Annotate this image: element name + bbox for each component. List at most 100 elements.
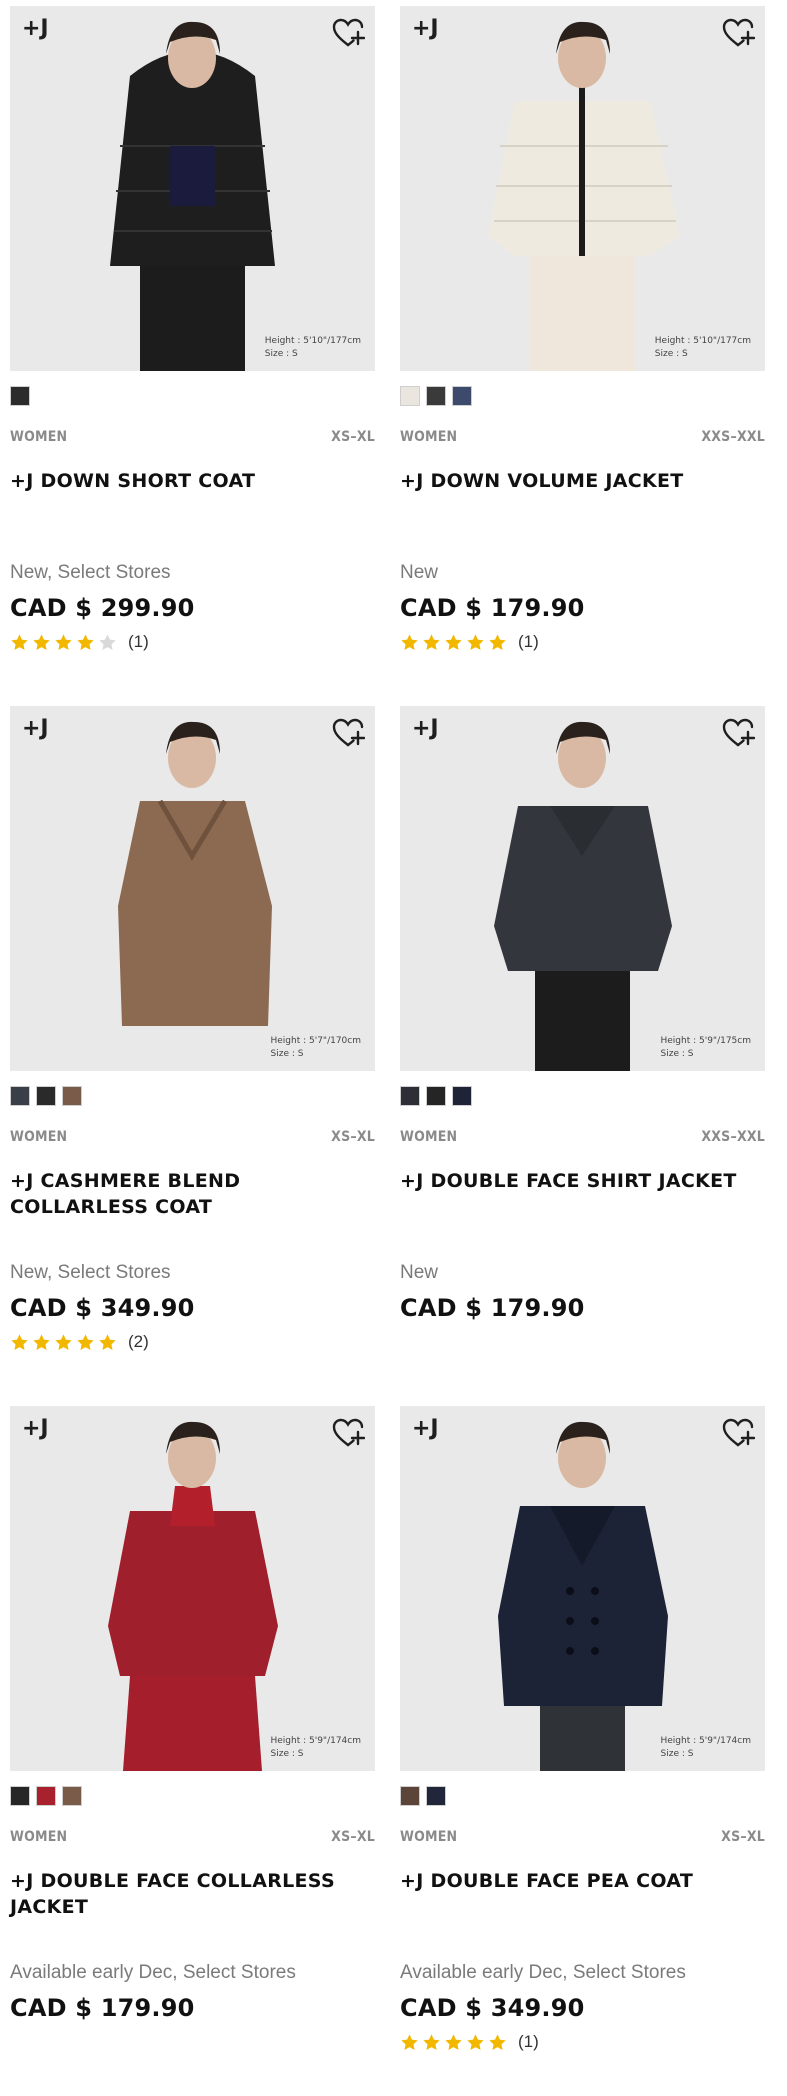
- product-card[interactable]: +J Height : 5'9"/174cm Size : S WOMEN XS–XL +…: [400, 1406, 765, 2066]
- model-info-line: Size : S: [660, 1749, 694, 1759]
- star-icon: [10, 1333, 29, 1352]
- color-swatch[interactable]: [10, 1786, 30, 1806]
- product-card[interactable]: +J Height : 5'10"/177cm Size : S WOMEN XS–XL…: [10, 6, 375, 666]
- gender-label: WOMEN: [10, 429, 68, 445]
- product-name[interactable]: +J DOWN VOLUME JACKET: [400, 468, 760, 494]
- availability-flag: Available early Dec, Select Stores: [400, 1962, 686, 1983]
- color-swatch[interactable]: [400, 1786, 420, 1806]
- star-icon: [488, 633, 507, 652]
- color-swatch[interactable]: [400, 1086, 420, 1106]
- color-swatches: [10, 1786, 82, 1808]
- color-swatch[interactable]: [452, 386, 472, 406]
- star-rating[interactable]: (1): [400, 2031, 539, 2053]
- product-image[interactable]: +J Height : 5'10"/177cm Size : S: [400, 6, 765, 371]
- brand-logo: +J: [412, 16, 439, 41]
- availability-flag: New, Select Stores: [10, 1262, 171, 1283]
- color-swatches: [10, 1086, 82, 1108]
- model-info: Height : 5'7"/170cm Size : S: [271, 1035, 362, 1061]
- model-figure: [110, 21, 275, 371]
- product-name[interactable]: +J DOUBLE FACE PEA COAT: [400, 1868, 760, 1894]
- product-card[interactable]: +J Height : 5'7"/170cm Size : S WOMEN XS–XL +…: [10, 706, 375, 1366]
- color-swatch[interactable]: [36, 1786, 56, 1806]
- heart-plus-icon[interactable]: [721, 716, 756, 750]
- product-meta: WOMEN XXS–XXL: [400, 1129, 765, 1149]
- size-range: XS–XL: [331, 1129, 375, 1145]
- product-card[interactable]: +J Height : 5'9"/175cm Size : S WOMEN XXS–XX…: [400, 706, 765, 1366]
- model-info-line: Size : S: [654, 349, 688, 359]
- model-info-line: Height : 5'10"/177cm: [264, 336, 361, 346]
- product-name[interactable]: +J DOWN SHORT COAT: [10, 468, 370, 494]
- star-rating[interactable]: (1): [400, 631, 539, 653]
- color-swatch[interactable]: [62, 1786, 82, 1806]
- model-figure: [488, 21, 680, 371]
- model-info-line: Height : 5'7"/170cm: [270, 1036, 362, 1046]
- product-meta: WOMEN XS–XL: [10, 1829, 375, 1849]
- product-card[interactable]: +J Height : 5'10"/177cm Size : S WOMEN XXS–X…: [400, 6, 765, 666]
- product-image[interactable]: +J Height : 5'10"/177cm Size : S: [10, 6, 375, 371]
- gender-label: WOMEN: [10, 1129, 68, 1145]
- color-swatch[interactable]: [426, 1086, 446, 1106]
- star-icon: [466, 2033, 485, 2052]
- product-image[interactable]: +J Height : 5'9"/174cm Size : S: [400, 1406, 765, 1771]
- gender-label: WOMEN: [400, 429, 458, 445]
- star-rating[interactable]: (2): [10, 1331, 149, 1353]
- size-range: XS–XL: [331, 1829, 375, 1845]
- brand-logo: +J: [22, 1416, 49, 1441]
- review-count: (1): [128, 632, 149, 651]
- color-swatch[interactable]: [10, 386, 30, 406]
- gender-label: WOMEN: [10, 1829, 68, 1845]
- star-icon: [10, 633, 29, 652]
- star-icon: [98, 633, 117, 652]
- product-meta: WOMEN XS–XL: [10, 1129, 375, 1149]
- color-swatch[interactable]: [400, 386, 420, 406]
- model-info-line: Height : 5'9"/175cm: [660, 1036, 752, 1046]
- product-card[interactable]: +J Height : 5'9"/174cm Size : S WOMEN XS–XL +…: [10, 1406, 375, 2066]
- review-count: (1): [518, 632, 539, 651]
- product-name[interactable]: +J DOUBLE FACE COLLARLESS JACKET: [10, 1868, 370, 1920]
- model-info: Height : 5'10"/177cm Size : S: [265, 335, 361, 361]
- product-image[interactable]: +J Height : 5'7"/170cm Size : S: [10, 706, 375, 1071]
- model-info: Height : 5'9"/175cm Size : S: [661, 1035, 752, 1061]
- model-figure: [118, 721, 272, 1026]
- model-info-line: Size : S: [660, 1049, 694, 1059]
- color-swatch[interactable]: [452, 1086, 472, 1106]
- heart-plus-icon[interactable]: [331, 716, 366, 750]
- star-icon: [76, 633, 95, 652]
- heart-plus-icon[interactable]: [331, 16, 366, 50]
- product-price: CAD $ 179.90: [10, 1994, 195, 2022]
- model-info-line: Size : S: [270, 1749, 304, 1759]
- gender-label: WOMEN: [400, 1829, 458, 1845]
- heart-plus-icon[interactable]: [721, 16, 756, 50]
- availability-flag: Available early Dec, Select Stores: [10, 1962, 296, 1983]
- star-icon: [444, 633, 463, 652]
- color-swatch[interactable]: [426, 1786, 446, 1806]
- star-rating[interactable]: (1): [10, 631, 149, 653]
- review-count: (1): [518, 2032, 539, 2051]
- brand-logo: +J: [412, 1416, 439, 1441]
- color-swatch[interactable]: [62, 1086, 82, 1106]
- model-info: Height : 5'10"/177cm Size : S: [655, 335, 751, 361]
- model-figure: [108, 1421, 278, 1771]
- brand-logo: +J: [412, 716, 439, 741]
- star-icon: [32, 1333, 51, 1352]
- star-icon: [488, 2033, 507, 2052]
- size-range: XS–XL: [331, 429, 375, 445]
- color-swatches: [400, 1786, 446, 1808]
- brand-logo: +J: [22, 16, 49, 41]
- star-icon: [422, 2033, 441, 2052]
- heart-plus-icon[interactable]: [331, 1416, 366, 1450]
- color-swatch[interactable]: [10, 1086, 30, 1106]
- product-meta: WOMEN XS–XL: [10, 429, 375, 449]
- model-info-line: Size : S: [264, 349, 298, 359]
- color-swatch[interactable]: [36, 1086, 56, 1106]
- product-name[interactable]: +J CASHMERE BLEND COLLARLESS COAT: [10, 1168, 370, 1220]
- product-meta: WOMEN XS–XL: [400, 1829, 765, 1849]
- product-image[interactable]: +J Height : 5'9"/174cm Size : S: [10, 1406, 375, 1771]
- product-image[interactable]: +J Height : 5'9"/175cm Size : S: [400, 706, 765, 1071]
- heart-plus-icon[interactable]: [721, 1416, 756, 1450]
- color-swatch[interactable]: [426, 386, 446, 406]
- model-info: Height : 5'9"/174cm Size : S: [661, 1735, 752, 1761]
- model-info-line: Height : 5'9"/174cm: [270, 1736, 362, 1746]
- product-price: CAD $ 299.90: [10, 594, 195, 622]
- product-name[interactable]: +J DOUBLE FACE SHIRT JACKET: [400, 1168, 760, 1194]
